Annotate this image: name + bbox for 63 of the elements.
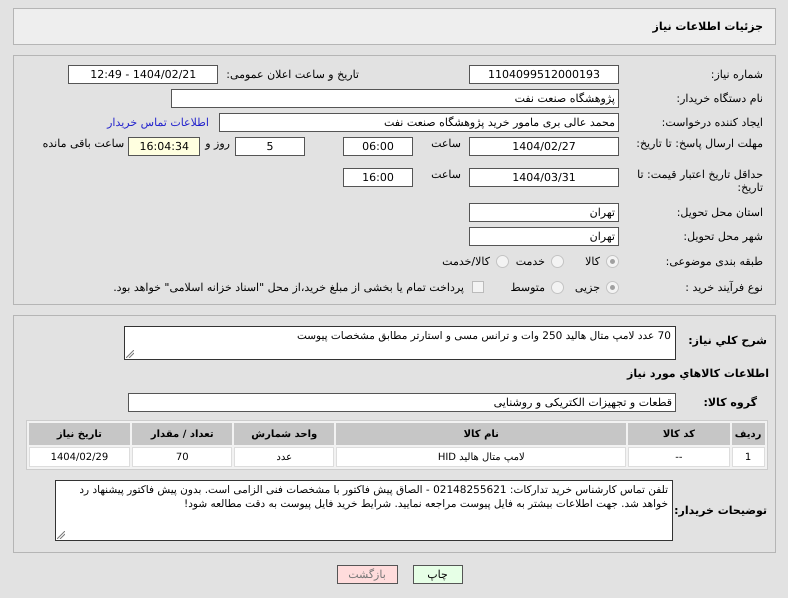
summary-textarea[interactable]: 70 عدد لامپ متال هالید 250 وات و ترانس مسی و استارتر مطابق مشخصات پیوست [124, 326, 676, 360]
days-label: روز و [205, 137, 230, 150]
radio-button[interactable] [496, 254, 509, 268]
time-field: 06:00 [343, 137, 413, 156]
announce-date-field: 1404/02/21 - 12:49 [68, 64, 218, 84]
radio-label: کالا/خدمت [442, 254, 490, 268]
section-heading: اطلاعات کالاهاي مورد نياز [627, 366, 769, 380]
field-label: شهر محل تحویل: [682, 230, 764, 242]
field-label: توضیحات خریدار: [673, 504, 768, 516]
checkbox-label: پرداخت تمام یا بخشی از مبلغ خرید،از محل "اسناد خزانه اسلامی" خواهد بود. [113, 280, 464, 294]
column-header: تعداد / مقدار [132, 423, 232, 445]
column-header: تاریخ نیاز [28, 423, 130, 445]
field-label: نام دستگاه خریدار: [675, 92, 764, 104]
field-label: شماره نیاز: [710, 68, 764, 80]
resize-grip-icon [126, 350, 134, 358]
time-label: ساعت [430, 137, 461, 150]
field-label: شرح کلي نياز: [687, 333, 768, 347]
creator-field: محمد عالی بری مامور خرید پژوهشگاه صنعت نفت [219, 112, 619, 132]
city-field: تهران [469, 226, 619, 246]
radio-label: کالا [585, 254, 600, 268]
field-label: تاریخ و ساعت اعلان عمومی: [226, 68, 359, 80]
buyer-org-field: پژوهشگاه صنعت نفت [171, 88, 619, 108]
field-label: استان محل تحویل: [676, 206, 764, 218]
contact-link[interactable]: اطلاعات تماس خریدار [107, 116, 209, 128]
field-label: مهلت ارسال پاسخ: تا تاریخ: [635, 137, 764, 150]
need-number-field: 1104099512000193 [469, 64, 619, 84]
resize-grip-icon [57, 530, 65, 538]
field-label: طبقه بندی موضوعی: [664, 254, 764, 268]
column-header: واحد شمارش [234, 423, 334, 445]
field-label: ایجاد کننده درخواست: [660, 116, 764, 128]
days-field: 5 [235, 137, 305, 156]
column-header: کد کالا [628, 423, 730, 445]
time-field: 16:00 [343, 168, 413, 187]
column-header: ردیف [732, 423, 764, 445]
radio-button[interactable] [551, 254, 564, 268]
province-field: تهران [469, 202, 619, 222]
radio-button[interactable] [606, 280, 619, 294]
table-cell: -- [628, 447, 730, 467]
remaining-label: ساعت باقی مانده [42, 137, 124, 150]
table-cell: 1 [732, 447, 764, 467]
date-field: 1404/03/31 [469, 168, 619, 187]
remaining-time-field: 16:04:34 [128, 137, 200, 156]
table-cell: 70 [132, 447, 232, 467]
radio-button[interactable] [551, 280, 564, 294]
table-cell: 1404/02/29 [28, 447, 130, 467]
radio-label: جزیی [574, 280, 600, 294]
page-title: جزئیات اطلاعات نیاز [652, 20, 763, 33]
back-button[interactable]: بازگشت [336, 565, 398, 584]
radio-label: خدمت [516, 254, 545, 268]
field-label: گروه کالا: [702, 396, 758, 408]
field-label: نوع فرآیند خرید : [684, 280, 764, 294]
time-label: ساعت [430, 168, 461, 181]
date-field: 1404/02/27 [469, 137, 619, 156]
table-cell: لامپ متال هالید HID [336, 447, 626, 467]
print-button[interactable]: چاپ [412, 565, 462, 584]
table-cell: عدد [234, 447, 334, 467]
radio-button[interactable] [606, 254, 619, 268]
goods-group-field: قطعات و تجهیزات الکتریکی و روشنایی [128, 392, 676, 412]
checkbox[interactable] [472, 281, 484, 293]
buyer-notes-textarea[interactable]: تلفن تماس کارشناس خرید تدارکات: 02148255621 - الصاق پیش فاکتور با مشخصات فنی الزامی است. بدون پیش فاکتور پیشنهاد رد خواهد شد. جهت اطلاعات بیشتر به فایل پیوست مراجعه نمایید. شرایط خرید فایل پیوست به دقت مطالعه شود! [55, 480, 673, 540]
radio-label: متوسط [510, 280, 545, 294]
column-header: نام کالا [336, 423, 626, 445]
field-label: حداقل تاریخ اعتبار قیمت: تا تاریخ: [636, 168, 764, 194]
